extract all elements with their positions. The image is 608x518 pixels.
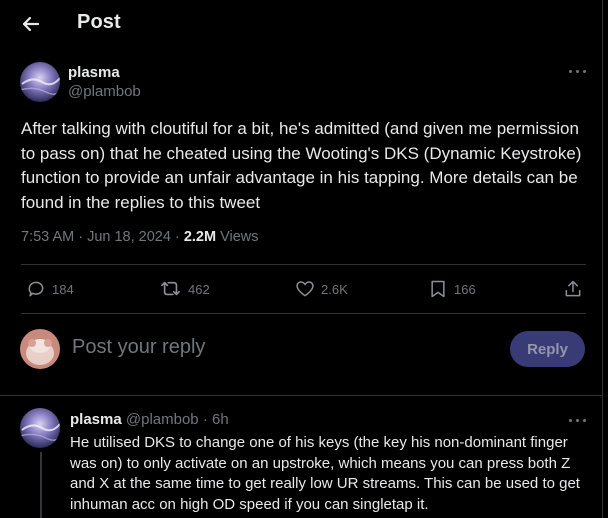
like-icon xyxy=(296,281,314,297)
bookmark-icon xyxy=(431,280,445,298)
author-handle[interactable]: @plambob xyxy=(68,83,141,100)
reply-avatar[interactable] xyxy=(20,408,60,448)
reply-icon xyxy=(28,281,44,297)
page-title: Post xyxy=(77,11,121,33)
reply-header: plasma @plambob · 6h xyxy=(70,411,229,428)
like-button[interactable]: 2.6K xyxy=(295,278,348,300)
thread-connector xyxy=(40,452,42,518)
divider xyxy=(0,395,603,396)
reply-count: 184 xyxy=(52,281,74,297)
post-text: After talking with cloutiful for a bit, … xyxy=(21,119,582,212)
repost-icon xyxy=(161,281,180,296)
divider xyxy=(21,264,586,265)
reply-input[interactable]: Post your reply xyxy=(72,336,205,359)
like-count: 2.6K xyxy=(321,281,348,297)
avatar[interactable] xyxy=(20,62,60,102)
post-detail-column: Post plasma @plambob After talking with … xyxy=(0,0,603,518)
user-avatar[interactable] xyxy=(20,329,60,369)
author-name[interactable]: plasma xyxy=(68,64,120,81)
more-icon[interactable] xyxy=(568,66,588,76)
reply-author-name[interactable]: plasma xyxy=(70,411,122,428)
bookmark-count: 166 xyxy=(454,281,476,297)
separator: · xyxy=(202,411,208,428)
share-button[interactable] xyxy=(563,278,583,300)
repost-button[interactable]: 462 xyxy=(160,278,210,300)
reply-author-handle[interactable]: @plambob xyxy=(126,411,199,428)
timestamp[interactable]: 7:53 AM · Jun 18, 2024 · xyxy=(21,229,184,245)
reply-submit-button[interactable]: Reply xyxy=(510,331,585,367)
reply-age[interactable]: 6h xyxy=(212,411,229,428)
back-arrow-icon[interactable] xyxy=(18,12,44,36)
more-icon[interactable] xyxy=(568,415,588,425)
header: Post xyxy=(0,0,600,48)
share-icon xyxy=(565,280,581,297)
views-count: 2.2M xyxy=(183,229,217,245)
reply-text: He utilised DKS to change one of his key… xyxy=(70,434,580,513)
repost-count: 462 xyxy=(188,281,210,297)
post-meta: 7:53 AM · Jun 18, 2024 · 2.2M Views xyxy=(21,229,259,245)
bookmark-button[interactable]: 166 xyxy=(428,278,476,300)
views-label: Views xyxy=(216,229,259,245)
divider xyxy=(21,313,586,314)
reply-button[interactable]: 184 xyxy=(26,278,74,300)
